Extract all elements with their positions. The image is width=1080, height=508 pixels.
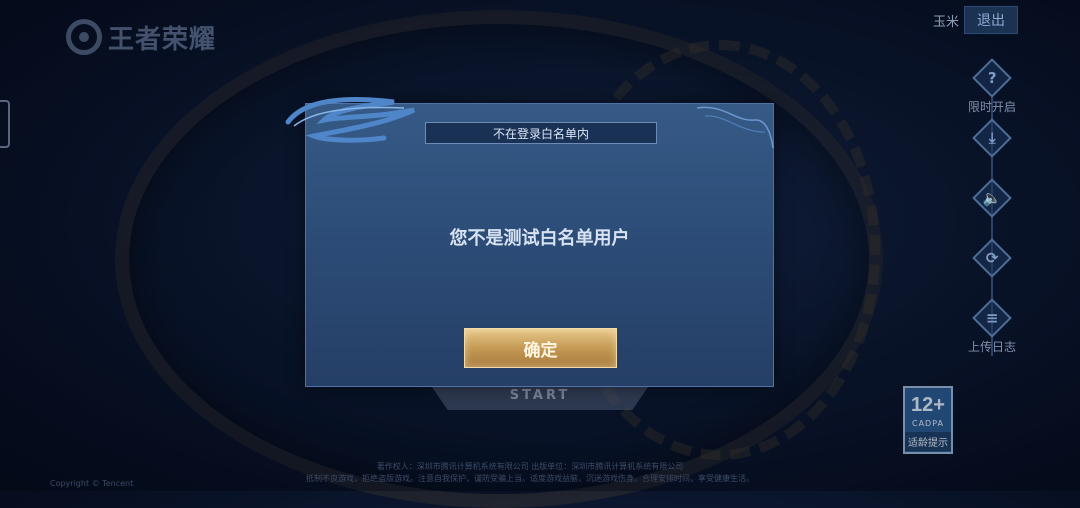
start-button[interactable]: START bbox=[430, 388, 650, 403]
footer-line-2: 抵制不良游戏，拒绝盗版游戏。注意自我保护，谨防受骗上当。适度游戏益脑，沉迷游戏伤… bbox=[306, 474, 754, 483]
swirl-ornament-icon bbox=[285, 96, 416, 143]
confirm-button[interactable]: 确定 bbox=[464, 328, 617, 368]
side-item-sound[interactable]: 🔈 bbox=[955, 178, 1029, 218]
age-rating-org: CADPA bbox=[911, 419, 944, 428]
game-logo: 王者荣耀 bbox=[66, 16, 216, 58]
age-rating-number: 12+ bbox=[911, 394, 945, 416]
footer-copyright: Copyright © Tencent bbox=[50, 479, 134, 488]
refresh-icon: ⟳ bbox=[972, 238, 1012, 278]
left-edge-tab[interactable] bbox=[0, 100, 10, 148]
download-icon: ⤓ bbox=[972, 118, 1012, 158]
question-icon: ? bbox=[972, 58, 1012, 98]
side-item-download[interactable]: ⤓ bbox=[955, 118, 1029, 158]
dialog-title: 不在登录白名单内 bbox=[425, 122, 657, 144]
age-rating-tip: 适龄提示 bbox=[905, 432, 951, 451]
side-item-label: 上传日志 bbox=[967, 340, 1016, 354]
whitelist-dialog: 不在登录白名单内 您不是测试白名单用户 确定 bbox=[285, 96, 774, 387]
side-item-refresh[interactable]: ⟳ bbox=[955, 238, 1029, 278]
logout-button[interactable]: 退出 bbox=[964, 6, 1018, 34]
side-item-label: 限时开启 bbox=[967, 100, 1016, 114]
age-rating-badge[interactable]: 12+ CADPA 适龄提示 bbox=[903, 386, 953, 454]
dialog-message: 您不是测试白名单用户 bbox=[449, 228, 630, 249]
side-item-limited[interactable]: ? 限时开启 bbox=[955, 58, 1029, 115]
footer-line-1: 著作权人：深圳市腾讯计算机系统有限公司 出版单位：深圳市腾讯计算机系统有限公司 bbox=[376, 462, 684, 471]
speaker-icon: 🔈 bbox=[972, 178, 1012, 218]
footer-legal: 著作权人：深圳市腾讯计算机系统有限公司 出版单位：深圳市腾讯计算机系统有限公司 … bbox=[150, 461, 910, 485]
logo-emblem-icon bbox=[66, 19, 102, 55]
log-icon: ≡ bbox=[972, 298, 1012, 338]
side-item-upload-log[interactable]: ≡ 上传日志 bbox=[955, 298, 1029, 355]
logo-text: 王者荣耀 bbox=[108, 24, 217, 55]
swirl-ornament-right-icon bbox=[696, 106, 774, 149]
user-name: 玉米 bbox=[933, 15, 960, 30]
